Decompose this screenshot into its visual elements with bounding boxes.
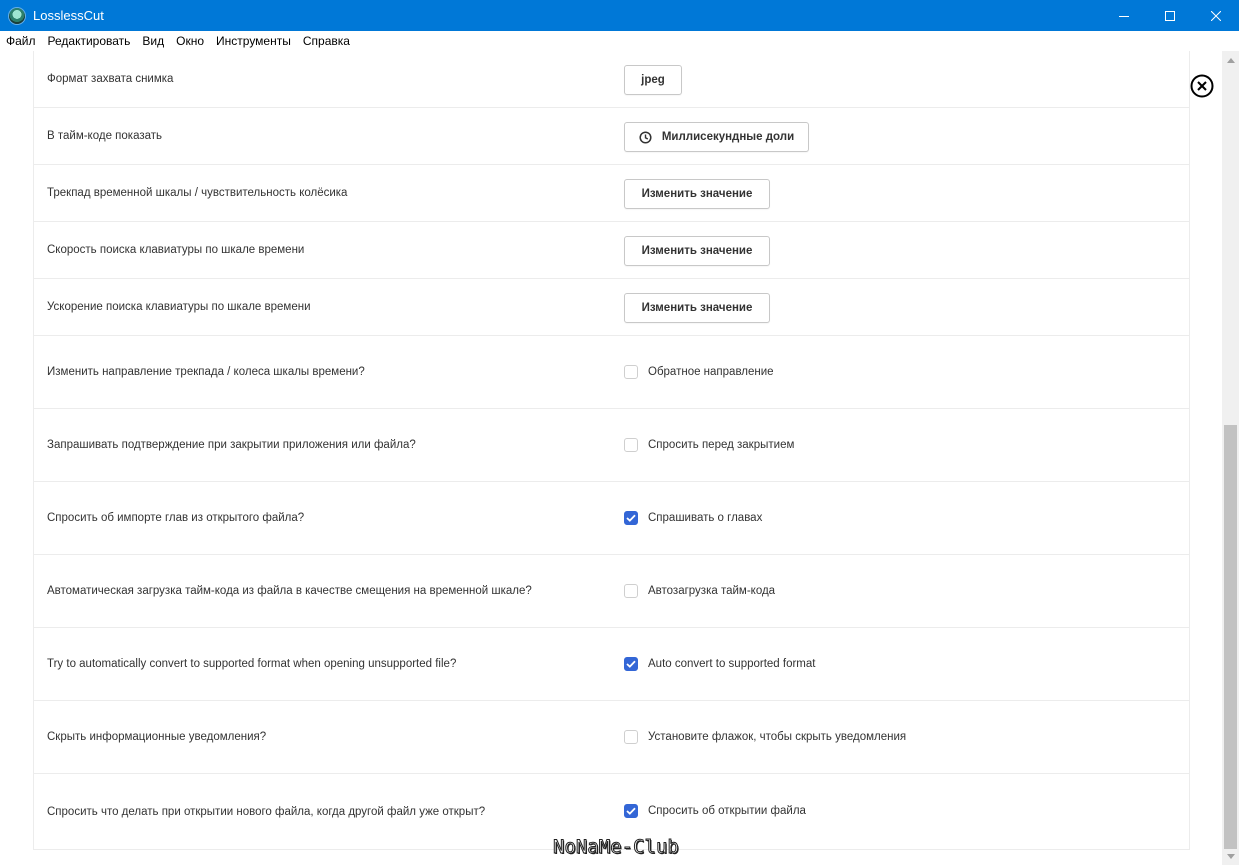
invert-direction-checkbox-group[interactable]: Обратное направление [624,365,774,379]
button-label: Изменить значение [641,302,753,314]
close-icon [1211,10,1221,21]
app-window: LosslessCut Файл Редактировать Вид Окно … [0,0,1239,865]
scroll-down-arrow-icon[interactable] [1222,849,1239,863]
checkbox-label[interactable]: Установите флажок, чтобы скрыть уведомле… [648,731,906,743]
ask-open-file-checkbox-group[interactable]: Спросить об открытии файла [624,804,806,818]
settings-row-confirm-close: Запрашивать подтверждение при закрытии п… [34,409,1189,482]
change-value-button[interactable]: Изменить значение [624,179,770,209]
checkbox-checked[interactable] [624,657,638,671]
ask-chapters-checkbox-group[interactable]: Спрашивать о главах [624,511,762,525]
change-value-button[interactable]: Изменить значение [624,293,770,323]
settings-row-keyboard-seek-acceleration: Ускорение поиска клавиатуры по шкале вре… [34,279,1189,336]
setting-label: Формат захвата снимка [47,73,174,85]
settings-panel: Формат захвата снимка jpeg В тайм-коде п… [33,51,1190,850]
minimize-icon [1119,15,1129,17]
menu-window[interactable]: Окно [170,31,210,51]
clock-icon [639,130,652,144]
auto-convert-checkbox-group[interactable]: Auto convert to supported format [624,657,815,671]
setting-label: Спросить об импорте глав из открытого фа… [47,512,305,524]
checkmark-icon [626,807,636,815]
setting-label: Скрыть информационные уведомления? [47,731,267,743]
button-label: Изменить значение [641,245,753,257]
setting-label: Запрашивать подтверждение при закрытии п… [47,439,416,451]
setting-label: Try to automatically convert to supporte… [47,658,457,670]
vertical-scrollbar[interactable] [1222,51,1239,865]
maximize-button[interactable] [1147,0,1193,31]
watermark-text: NoNaMe-Club [553,836,680,859]
settings-row-timecode-display: В тайм-коде показать Миллисекундные доли [34,108,1189,165]
close-window-button[interactable] [1193,0,1239,31]
menu-file[interactable]: Файл [0,31,42,51]
setting-label: Спросить что делать при открытии нового … [47,805,486,818]
checkbox[interactable] [624,365,638,379]
setting-label: Автоматическая загрузка тайм-кода из фай… [47,585,532,597]
setting-label: Трекпад временной шкалы / чувствительнос… [47,187,348,199]
menu-view[interactable]: Вид [136,31,170,51]
button-label: jpeg [641,74,665,86]
checkbox-label[interactable]: Auto convert to supported format [648,658,815,670]
menu-tools[interactable]: Инструменты [210,31,297,51]
hide-notifications-checkbox-group[interactable]: Установите флажок, чтобы скрыть уведомле… [624,730,906,744]
window-controls [1101,0,1239,31]
close-settings-button[interactable] [1190,74,1214,98]
change-value-button[interactable]: Изменить значение [624,236,770,266]
checkbox[interactable] [624,584,638,598]
button-label: Изменить значение [641,188,753,200]
checkbox-label[interactable]: Спросить перед закрытием [648,439,794,451]
timecode-format-button[interactable]: Миллисекундные доли [624,122,809,152]
checkbox-checked[interactable] [624,511,638,525]
scrollbar-thumb[interactable] [1224,425,1237,849]
button-label: Миллисекундные доли [661,131,795,143]
maximize-icon [1165,10,1175,21]
checkbox-label[interactable]: Обратное направление [648,366,774,378]
close-circle-icon [1190,74,1214,98]
checkbox-label[interactable]: Спрашивать о главах [648,512,762,524]
checkbox-label[interactable]: Спросить об открытии файла [648,805,806,817]
autoload-timecode-checkbox-group[interactable]: Автозагрузка тайм-кода [624,584,775,598]
checkbox[interactable] [624,730,638,744]
menu-edit[interactable]: Редактировать [42,31,137,51]
window-title: LosslessCut [33,8,104,23]
minimize-button[interactable] [1101,0,1147,31]
settings-row-hide-notifications: Скрыть информационные уведомления? Устан… [34,701,1189,774]
settings-row-invert-direction: Изменить направление трекпада / колеса ш… [34,336,1189,409]
settings-row-capture-format: Формат захвата снимка jpeg [34,51,1189,108]
menu-help[interactable]: Справка [297,31,356,51]
setting-label: Скорость поиска клавиатуры по шкале врем… [47,244,305,256]
setting-label: Изменить направление трекпада / колеса ш… [47,366,365,378]
confirm-close-checkbox-group[interactable]: Спросить перед закрытием [624,438,794,452]
checkbox-checked[interactable] [624,804,638,818]
settings-row-ask-chapters: Спросить об импорте глав из открытого фа… [34,482,1189,555]
settings-row-auto-convert: Try to automatically convert to supporte… [34,628,1189,701]
scroll-up-arrow-icon[interactable] [1222,53,1239,67]
capture-format-button[interactable]: jpeg [624,65,682,95]
checkbox-label[interactable]: Автозагрузка тайм-кода [648,585,775,597]
settings-row-wheel-sensitivity: Трекпад временной шкалы / чувствительнос… [34,165,1189,222]
settings-row-keyboard-seek-speed: Скорость поиска клавиатуры по шкале врем… [34,222,1189,279]
checkmark-icon [626,660,636,668]
menu-bar: Файл Редактировать Вид Окно Инструменты … [0,31,1239,51]
title-bar[interactable]: LosslessCut [0,0,1239,31]
setting-label: В тайм-коде показать [47,130,163,142]
checkbox[interactable] [624,438,638,452]
setting-label: Ускорение поиска клавиатуры по шкале вре… [47,301,311,313]
checkmark-icon [626,514,636,522]
app-logo-icon [9,7,25,24]
settings-row-autoload-timecode: Автоматическая загрузка тайм-кода из фай… [34,555,1189,628]
